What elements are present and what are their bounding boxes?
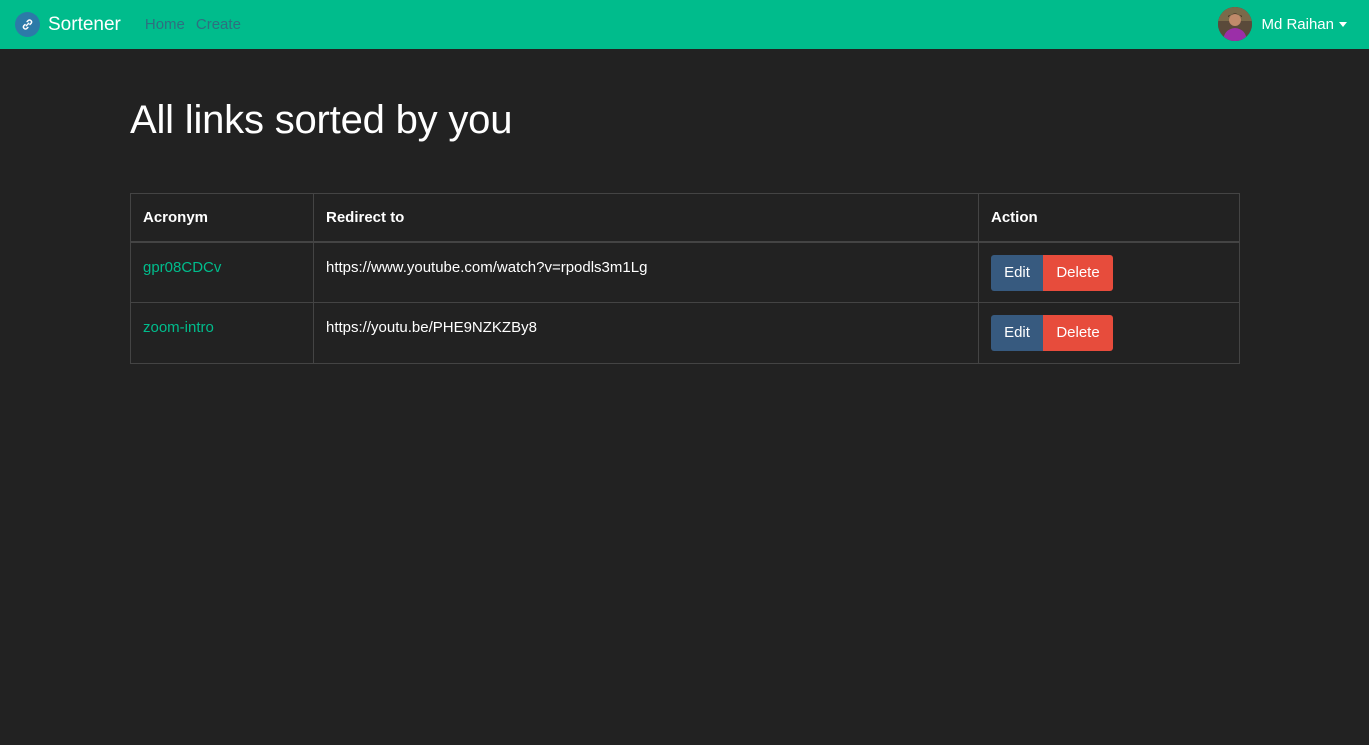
redirect-cell: https://youtu.be/PHE9NZKZBy8 <box>313 302 979 364</box>
edit-button[interactable]: Edit <box>991 254 1043 291</box>
user-menu-toggle[interactable]: Md Raihan <box>1218 7 1347 41</box>
link-icon <box>15 12 40 37</box>
brand-name: Sortener <box>48 13 121 35</box>
delete-button[interactable]: Delete <box>1043 315 1113 351</box>
redirect-url: https://youtu.be/PHE9NZKZBy8 <box>326 319 537 336</box>
acronym-link[interactable]: gpr08CDCv <box>143 259 221 276</box>
column-header-redirect: Redirect to <box>313 193 979 243</box>
brand[interactable]: Sortener <box>15 12 121 37</box>
action-cell: Edit Delete <box>978 302 1240 364</box>
redirect-url: https://www.youtube.com/watch?v=rpodls3m… <box>326 258 648 276</box>
acronym-cell: gpr08CDCv <box>130 241 314 303</box>
nav-link-home[interactable]: Home <box>145 16 185 33</box>
delete-button[interactable]: Delete <box>1043 254 1113 291</box>
user-avatar <box>1218 7 1253 41</box>
table-row: zoom-intro https://youtu.be/PHE9NZKZBy8 … <box>130 302 1240 364</box>
acronym-link[interactable]: zoom-intro <box>143 319 214 336</box>
caret-down-icon <box>1339 21 1347 27</box>
column-header-acronym: Acronym <box>130 193 314 243</box>
edit-button[interactable]: Edit <box>991 315 1043 351</box>
table-header-row: Acronym Redirect to Action <box>130 193 1240 243</box>
action-cell: Edit Delete <box>978 241 1240 303</box>
table-row: gpr08CDCv https://www.youtube.com/watch?… <box>130 241 1240 303</box>
user-name: Md Raihan <box>1261 15 1334 33</box>
redirect-cell: https://www.youtube.com/watch?v=rpodls3m… <box>313 241 979 303</box>
column-header-action: Action <box>978 193 1240 243</box>
acronym-cell: zoom-intro <box>130 302 314 364</box>
nav-link-create[interactable]: Create <box>196 16 241 33</box>
top-navbar: Sortener Home Create Md Raihan <box>0 0 1369 49</box>
links-table: Acronym Redirect to Action gpr08CDCv htt… <box>130 193 1240 364</box>
page-title: All links sorted by you <box>130 98 513 142</box>
